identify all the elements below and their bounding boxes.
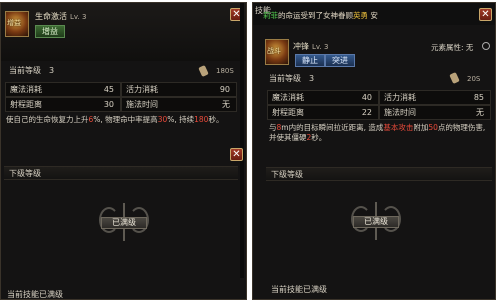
stat-value: 85 — [473, 93, 484, 102]
desc-highlight: 180 — [194, 115, 209, 124]
stat-value: 无 — [222, 100, 230, 109]
marquee-tail: 安 — [368, 11, 378, 20]
desc-text: 与 — [269, 123, 277, 132]
stat-cast-time: 施法时间 无 — [379, 105, 491, 120]
skill-header: 增益 生命激活 Lv. 3 增益 — [1, 3, 246, 61]
skill-name-text: 冲锋 — [293, 42, 309, 51]
current-level-row: 当前等级 3 — [9, 64, 54, 78]
skill-description: 使自己的生命恢复力上升6%, 物理命中率提高30%, 持续180秒。 — [6, 115, 242, 125]
skill-name: 生命激活 Lv. 3 — [35, 11, 86, 22]
skill-panel-right: 技能 莉菲的命运受到了女神眷顾英勇 安 ✕ 战斗 冲锋 Lv. 3 元素属性: 无… — [252, 2, 496, 300]
maxed-label: 已满级 — [101, 217, 147, 229]
tab-buff[interactable]: 增益 — [35, 25, 65, 38]
maxed-emblem: 已满级 — [97, 203, 151, 243]
stat-label: 施法时间 — [384, 108, 416, 117]
desc-text: 秒。 — [311, 133, 327, 142]
max-level: 180S — [216, 67, 234, 75]
tab-static[interactable]: 静止 — [295, 54, 325, 67]
skill-icon-tag: 增益 — [7, 19, 21, 27]
stat-range: 射程距离 22 — [267, 105, 379, 120]
stat-range: 射程距离 30 — [5, 97, 121, 112]
next-level-bar: 下级等级 — [4, 166, 238, 180]
desc-text: 附加 — [413, 123, 429, 132]
stat-label: 射程距离 — [10, 100, 42, 109]
stat-value: 90 — [219, 85, 230, 94]
desc-text: m内的目标瞬间拉近距离, 造成 — [281, 123, 384, 132]
scroll-icon — [198, 64, 209, 78]
stat-value: 45 — [103, 85, 114, 94]
title-strip: 技能 莉菲的命运受到了女神眷顾英勇 安 — [253, 3, 495, 25]
maxed-label: 已满级 — [353, 216, 399, 228]
current-level-label: 当前等级 — [9, 66, 41, 75]
marquee-text: 的命运受到了女神眷顾 — [278, 11, 353, 20]
current-level-value: 3 — [309, 74, 315, 83]
desc-text: %, 物理命中率提高 — [93, 115, 158, 124]
stat-value: 22 — [361, 108, 372, 117]
stat-value: 30 — [103, 100, 114, 109]
desc-text: %, 持续 — [167, 115, 195, 124]
close-button[interactable]: ✕ — [479, 8, 492, 21]
skill-icon: 增益 — [5, 11, 29, 37]
scrollbar[interactable] — [240, 3, 244, 278]
status-text: 当前技能已满级 — [7, 290, 63, 299]
stat-mana: 魔法消耗 45 — [5, 82, 121, 97]
stat-vigor: 活力消耗 90 — [121, 82, 237, 97]
desc-text: 使自己的生命恢复力上升 — [6, 115, 89, 124]
skill-name-text: 生命激活 — [35, 12, 67, 21]
skill-icon-tag: 战斗 — [267, 47, 281, 55]
stat-label: 魔法消耗 — [10, 85, 42, 94]
current-level-row: 当前等级 3 — [269, 72, 314, 86]
marquee-buff: 英勇 — [353, 11, 368, 20]
next-level-bar: 下级等级 — [266, 167, 492, 181]
desc-text: 秒。 — [208, 115, 224, 124]
skill-level: Lv. 3 — [70, 13, 87, 21]
skill-level: Lv. 3 — [312, 43, 329, 51]
skill-name: 冲锋 Lv. 3 — [293, 41, 328, 52]
stat-value: 40 — [361, 93, 372, 102]
announcement-marquee: 莉菲的命运受到了女神眷顾英勇 安 — [263, 10, 378, 21]
element-attribute: 元素属性: 无 — [431, 43, 474, 52]
stat-cast-time: 施法时间 无 — [121, 97, 237, 112]
max-level: 20S — [467, 75, 481, 83]
stat-grid: 魔法消耗 45 活力消耗 90 射程距离 30 施法时间 无 — [5, 82, 237, 112]
stat-label: 魔法消耗 — [272, 93, 304, 102]
stat-grid: 魔法消耗 40 活力消耗 85 射程距离 22 施法时间 无 — [267, 90, 491, 120]
current-level-label: 当前等级 — [269, 74, 301, 83]
desc-highlight: 50 — [428, 123, 438, 132]
skill-panel-left: 增益 生命激活 Lv. 3 增益 ✕ 当前等级 3 180S 魔法消耗 45 活力消耗… — [0, 2, 247, 300]
stat-label: 活力消耗 — [126, 85, 158, 94]
stat-mana: 魔法消耗 40 — [267, 90, 379, 105]
close-button[interactable]: ✕ — [230, 148, 243, 161]
tab-dash[interactable]: 突进 — [325, 54, 355, 67]
status-text: 当前技能已满级 — [271, 285, 327, 294]
marquee-player: 莉菲 — [263, 11, 278, 20]
element-icon — [482, 42, 490, 50]
desc-highlight: 30 — [157, 115, 168, 124]
desc-text: 点的物 — [437, 123, 461, 132]
current-level-value: 3 — [49, 66, 55, 75]
skill-description: 与8m内的目标瞬间拉近距离, 造成基本攻击附加50点的物理伤害, 并使其僵硬2秒… — [269, 123, 491, 143]
scroll-icon — [449, 71, 460, 85]
stat-vigor: 活力消耗 85 — [379, 90, 491, 105]
skill-icon: 战斗 — [265, 39, 289, 65]
stat-value: 无 — [476, 108, 484, 117]
maxed-emblem: 已满级 — [349, 202, 403, 242]
stat-label: 活力消耗 — [384, 93, 416, 102]
desc-highlight: 基本攻击 — [383, 123, 414, 132]
stat-label: 施法时间 — [126, 100, 158, 109]
stat-label: 射程距离 — [272, 108, 304, 117]
